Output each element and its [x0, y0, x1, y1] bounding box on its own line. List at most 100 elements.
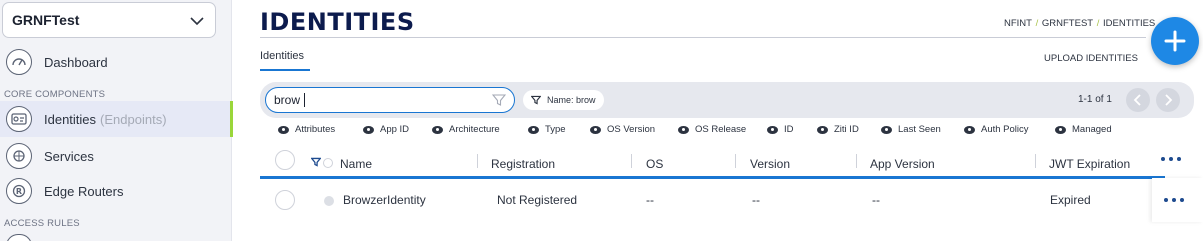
sidebar-item-identities[interactable]: Identities (Endpoints) [0, 101, 233, 137]
select-all-checkbox[interactable] [275, 150, 295, 170]
sidebar-item-label: Services [44, 148, 94, 164]
services-icon [6, 143, 32, 169]
column-header-os[interactable]: OS [646, 157, 663, 171]
breadcrumb-item[interactable]: GRNFTEST [1042, 18, 1093, 29]
sidebar-item-dashboard[interactable]: Dashboard [0, 44, 232, 80]
eye-icon [767, 125, 778, 134]
column-toggle[interactable]: ID [767, 124, 794, 135]
eye-icon [678, 125, 689, 134]
section-core-components: CORE COMPONENTS [4, 89, 106, 100]
table-header: Name Registration OS Version App Version… [260, 146, 1181, 176]
column-toggle[interactable]: Auth Policy [964, 124, 1029, 135]
column-toggle[interactable]: App ID [363, 124, 409, 135]
filter-chip-label: Name: brow [547, 95, 596, 105]
more-options-icon[interactable] [1161, 157, 1181, 161]
identities-icon [6, 106, 32, 132]
edge-router-icon: R [6, 178, 32, 204]
filter-icon [531, 95, 541, 105]
svg-text:R: R [16, 187, 22, 196]
sidebar-item-label: Edge Routers [44, 183, 124, 199]
prev-page-button[interactable] [1126, 88, 1150, 112]
identities-sublabel: (Endpoints) [100, 111, 167, 127]
dashboard-icon [6, 49, 32, 75]
column-toggle[interactable]: OS Release [678, 124, 746, 135]
column-toggle[interactable]: Managed [1055, 124, 1112, 135]
column-divider[interactable] [856, 154, 857, 168]
column-toggle-label: Architecture [449, 124, 500, 135]
sidebar-item-label: Identities (Endpoints) [44, 112, 167, 127]
identities-label: Identities [44, 111, 97, 127]
breadcrumb: NFINT / GRNFTEST / IDENTITIES [1004, 18, 1155, 29]
column-toggle[interactable]: Architecture [432, 124, 500, 135]
column-divider[interactable] [735, 154, 736, 168]
filter-chip-name[interactable]: Name: brow [523, 90, 604, 110]
tab-active-indicator [260, 69, 310, 71]
column-header-name[interactable]: Name [340, 157, 372, 171]
eye-icon [1055, 125, 1066, 134]
column-toggle[interactable]: OS Version [590, 124, 655, 135]
eye-icon [528, 125, 539, 134]
eye-icon [278, 125, 289, 134]
column-divider[interactable] [477, 154, 478, 168]
column-header-version[interactable]: Version [750, 157, 790, 171]
filter-icon[interactable] [492, 93, 506, 107]
column-header-jwt-expiration[interactable]: JWT Expiration [1049, 157, 1130, 171]
column-toggle-label: Attributes [295, 124, 336, 135]
status-indicator [324, 196, 334, 206]
tab-identities[interactable]: Identities [260, 50, 304, 62]
column-toggle-label: App ID [380, 124, 410, 135]
sidebar-item-services[interactable]: Services [0, 138, 232, 174]
sort-indicator[interactable] [323, 158, 333, 168]
column-toggle[interactable]: Attributes [278, 124, 335, 135]
add-identity-button[interactable] [1151, 17, 1199, 65]
cell-version: -- [752, 193, 760, 207]
network-name: GRNFTest [12, 12, 80, 28]
title-divider [260, 37, 1146, 38]
column-toggle[interactable]: Ziti ID [817, 124, 859, 135]
row-more-options-icon[interactable] [1164, 198, 1184, 202]
table-row[interactable]: BrowzerIdentity Not Registered -- -- -- … [260, 180, 1165, 220]
breadcrumb-separator: / [1032, 18, 1041, 29]
column-toggle-label: Last Seen [898, 124, 941, 135]
eye-icon [432, 125, 443, 134]
row-actions-panel [1152, 178, 1203, 222]
eye-icon [881, 125, 892, 134]
column-toggle-label: OS Version [607, 124, 656, 135]
column-toggle-label: ID [784, 124, 794, 135]
column-header-app-version[interactable]: App Version [870, 157, 935, 171]
column-toggle-label: Ziti ID [834, 124, 859, 135]
breadcrumb-item: IDENTITIES [1103, 18, 1156, 29]
column-divider[interactable] [631, 154, 632, 168]
filter-bar: brow Name: brow 1-1 of 1 [260, 82, 1194, 118]
column-toggle-label: Auth Policy [981, 124, 1029, 135]
eye-icon [817, 125, 828, 134]
eye-icon [363, 125, 374, 134]
column-toggle[interactable]: Type [528, 124, 566, 135]
row-checkbox[interactable] [275, 190, 295, 210]
column-divider[interactable] [1035, 154, 1036, 168]
column-toggle[interactable]: Last Seen [881, 124, 941, 135]
search-value: brow [274, 93, 301, 107]
cell-app-version: -- [872, 193, 880, 207]
filter-icon[interactable] [311, 157, 321, 167]
search-input[interactable]: brow [265, 87, 515, 113]
network-selector[interactable]: GRNFTest [2, 2, 216, 38]
cell-name: BrowzerIdentity [343, 193, 426, 207]
column-toggle-label: Type [545, 124, 566, 135]
section-access-rules: ACCESS RULES [4, 218, 80, 229]
cell-os: -- [646, 193, 654, 207]
next-page-button[interactable] [1156, 88, 1180, 112]
breadcrumb-item[interactable]: NFINT [1004, 18, 1032, 29]
column-header-registration[interactable]: Registration [491, 157, 555, 171]
chevron-right-icon [1165, 94, 1173, 106]
cell-jwt-expiration: Expired [1050, 193, 1091, 207]
eye-icon [964, 125, 975, 134]
paging-count: 1-1 of 1 [1078, 94, 1112, 105]
column-toggle-label: OS Release [695, 124, 747, 135]
upload-identities-link[interactable]: UPLOAD IDENTITIES [1044, 53, 1138, 64]
chevron-left-icon [1133, 94, 1141, 106]
eye-icon [590, 125, 601, 134]
text-caret [304, 93, 305, 107]
breadcrumb-separator: / [1094, 18, 1103, 29]
sidebar-item-edge-routers[interactable]: R Edge Routers [0, 173, 232, 209]
